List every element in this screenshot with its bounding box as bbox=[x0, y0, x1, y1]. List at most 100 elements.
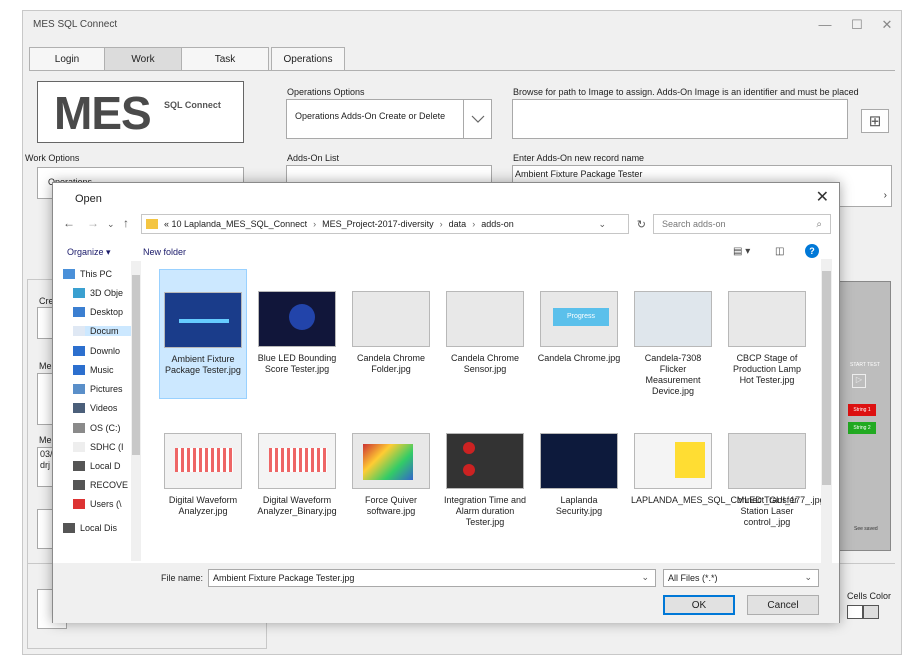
file-item[interactable]: Progress Candela Chrome.jpg bbox=[535, 269, 623, 399]
chevron-down-icon[interactable] bbox=[463, 100, 492, 138]
chevron-right-icon[interactable]: › bbox=[884, 190, 887, 201]
nav-item[interactable]: SDHC (I bbox=[73, 442, 124, 452]
dialog-footer: File name: Ambient Fixture Package Teste… bbox=[53, 563, 839, 623]
nav-item-label: Users (\ bbox=[90, 499, 122, 509]
file-item[interactable]: Candela Chrome Folder.jpg bbox=[347, 269, 435, 399]
file-item[interactable]: Digital Waveform Analyzer.jpg bbox=[159, 411, 247, 541]
nav-item[interactable]: This PC bbox=[63, 269, 112, 279]
nav-item[interactable]: Downlo bbox=[73, 346, 120, 356]
files-scroll-thumb[interactable] bbox=[822, 271, 831, 485]
close-icon[interactable]: ✕ bbox=[875, 17, 899, 33]
file-name: LAPLANDA_MES_SQL_Connect_GUI_177_.jpg bbox=[631, 495, 825, 505]
back-arrow-icon[interactable]: ← bbox=[63, 216, 75, 230]
nav-item-label: 3D Obje bbox=[90, 288, 124, 298]
view-options-icon[interactable]: ▤ ▾ bbox=[733, 246, 750, 257]
file-item[interactable]: Integration Time and Alarm duration Test… bbox=[441, 411, 529, 541]
organize-button[interactable]: Organize ▾ bbox=[67, 247, 111, 258]
nav-item-label: OS (C:) bbox=[90, 423, 121, 433]
nav-item[interactable]: 3D Obje bbox=[73, 288, 123, 298]
nav-item-icon bbox=[63, 269, 75, 279]
file-thumbnail bbox=[540, 433, 618, 489]
nav-item-label: Pictures bbox=[90, 384, 123, 394]
files-scrollbar[interactable] bbox=[821, 259, 832, 563]
search-input[interactable]: Search adds-on ⌕ bbox=[653, 214, 831, 234]
address-bar[interactable]: « 10 Laplanda_MES_SQL_Connect › MES_Proje… bbox=[141, 214, 646, 234]
date-text: 03/ bbox=[40, 449, 53, 459]
cells-color-swatch-2[interactable] bbox=[863, 605, 879, 619]
file-name: Candela Chrome Folder.jpg bbox=[356, 353, 426, 374]
file-name: Blue LED Bounding Score Tester.jpg bbox=[257, 353, 337, 374]
search-placeholder: Search adds-on bbox=[662, 219, 726, 229]
mes-logo: MES SQL Connect bbox=[37, 81, 244, 143]
refresh-icon[interactable]: ↻ bbox=[637, 218, 646, 231]
file-item[interactable]: MLED Transfer Station Laser control_.jpg bbox=[723, 411, 811, 541]
nav-item[interactable]: Local D bbox=[73, 461, 121, 471]
play-icon: ▷ bbox=[852, 374, 866, 388]
cancel-button[interactable]: Cancel bbox=[747, 595, 819, 615]
tab-login[interactable]: Login bbox=[29, 47, 105, 71]
file-thumbnail bbox=[164, 433, 242, 489]
file-thumbnail bbox=[728, 291, 806, 347]
recent-dropdown-icon[interactable]: ⌄ bbox=[107, 219, 115, 230]
file-item[interactable]: Laplanda Security.jpg bbox=[535, 411, 623, 541]
forward-arrow-icon[interactable]: → bbox=[87, 216, 99, 230]
file-name-input[interactable]: Ambient Fixture Package Tester.jpg ⌄ bbox=[208, 569, 656, 587]
nav-item-label: Desktop bbox=[90, 307, 124, 317]
file-thumbnail bbox=[728, 433, 806, 489]
nav-scrollbar[interactable] bbox=[131, 261, 141, 561]
nav-item-icon bbox=[73, 365, 85, 375]
file-thumbnail bbox=[352, 433, 430, 489]
file-name: MLED Transfer Station Laser control_.jpg bbox=[736, 495, 798, 527]
add-image-button[interactable]: ⊞ bbox=[861, 109, 889, 133]
tab-task[interactable]: Task bbox=[181, 47, 269, 71]
file-name-dropdown-icon[interactable]: ⌄ bbox=[641, 572, 649, 583]
nav-item[interactable]: Desktop bbox=[73, 307, 123, 317]
file-item[interactable]: LAPLANDA_MES_SQL_Connect_GUI_177_.jpg bbox=[629, 411, 825, 541]
nav-item[interactable]: Videos bbox=[73, 403, 117, 413]
breadcrumb-root[interactable]: « 10 Laplanda_MES_SQL_Connect bbox=[164, 219, 307, 229]
help-icon[interactable]: ? bbox=[805, 244, 819, 258]
tab-operations[interactable]: Operations bbox=[271, 47, 345, 71]
nav-item[interactable]: Local Dis bbox=[63, 523, 117, 533]
file-item[interactable]: Blue LED Bounding Score Tester.jpg bbox=[253, 269, 341, 399]
nav-item-icon bbox=[73, 307, 85, 317]
nav-item[interactable]: Pictures bbox=[73, 384, 123, 394]
file-type-select[interactable]: All Files (*.*) ⌄ bbox=[663, 569, 819, 587]
maximize-icon[interactable]: ☐ bbox=[845, 17, 869, 33]
nav-item[interactable]: RECOVE bbox=[73, 480, 128, 490]
file-thumbnail bbox=[446, 291, 524, 347]
dialog-close-icon[interactable]: ✕ bbox=[816, 187, 829, 207]
breadcrumb-data[interactable]: data bbox=[449, 219, 467, 229]
ok-button[interactable]: OK bbox=[663, 595, 735, 615]
cells-color-swatch-1[interactable] bbox=[847, 605, 863, 619]
nav-item[interactable]: Music bbox=[73, 365, 114, 375]
file-item[interactable]: Digital Waveform Analyzer_Binary.jpg bbox=[253, 411, 341, 541]
nav-item[interactable]: OS (C:) bbox=[73, 423, 121, 433]
operations-options-combo[interactable]: Operations Adds-On Create or Delete bbox=[286, 99, 492, 139]
file-thumbnail bbox=[352, 291, 430, 347]
preview-pane-icon[interactable]: ◫ bbox=[775, 246, 784, 257]
nav-scroll-thumb[interactable] bbox=[132, 275, 140, 455]
file-item[interactable]: Candela Chrome Sensor.jpg bbox=[441, 269, 529, 399]
nav-item[interactable]: Users (\ bbox=[73, 499, 122, 509]
file-name: Digital Waveform Analyzer.jpg bbox=[168, 495, 238, 516]
file-item[interactable]: Candela-7308 Flicker Measurement Device.… bbox=[629, 269, 717, 399]
nav-item-icon bbox=[73, 442, 85, 452]
tab-work[interactable]: Work bbox=[104, 47, 182, 71]
new-folder-button[interactable]: New folder bbox=[143, 247, 186, 257]
minimize-icon[interactable]: — bbox=[813, 17, 837, 32]
image-path-field[interactable] bbox=[512, 99, 848, 139]
plus-icon: ⊞ bbox=[868, 113, 882, 130]
nav-item-label: Music bbox=[90, 365, 114, 375]
breadcrumb-project[interactable]: MES_Project-2017-diversity bbox=[322, 219, 434, 229]
file-item[interactable]: Ambient Fixture Package Tester.jpg bbox=[159, 269, 247, 399]
up-arrow-icon[interactable]: ↑ bbox=[123, 216, 129, 230]
nav-item-icon bbox=[73, 480, 85, 490]
file-item[interactable]: Force Quiver software.jpg bbox=[347, 411, 435, 541]
file-thumbnail bbox=[446, 433, 524, 489]
file-type-dropdown-icon[interactable]: ⌄ bbox=[804, 572, 812, 583]
file-item[interactable]: CBCP Stage of Production Lamp Hot Tester… bbox=[723, 269, 811, 399]
address-dropdown-icon[interactable]: ⌄ bbox=[598, 219, 606, 230]
breadcrumb-addson[interactable]: adds-on bbox=[481, 219, 514, 229]
file-name: Ambient Fixture Package Tester.jpg bbox=[165, 354, 241, 375]
